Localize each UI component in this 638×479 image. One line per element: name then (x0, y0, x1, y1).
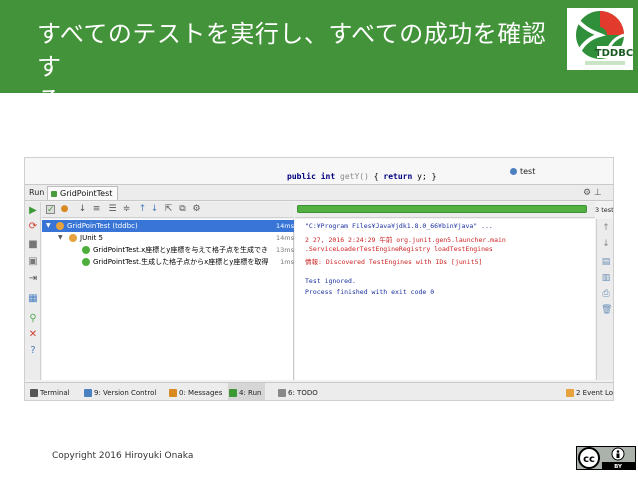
console-line: 情報: Discovered TestEngines with IDs [jun… (305, 258, 483, 266)
sort-duration-icon[interactable]: ≡ (92, 205, 101, 214)
slide-title-line2: る。 (37, 86, 86, 114)
expand-all-icon[interactable]: ☰ (108, 205, 117, 214)
print-icon[interactable]: ⎙ (601, 289, 611, 299)
copyright-text: Copyright 2016 Hiroyuki Onaka (52, 451, 194, 461)
editor-area: public int getY() { return y; } test (25, 158, 613, 185)
slide-title: すべてのテストを実行し、すべての成功を確認す る。 (37, 18, 567, 117)
scroll-to-end-icon[interactable]: ▥ (601, 273, 611, 283)
console-line: .ServiceLoaderTestEngineRegistry loadTes… (305, 245, 493, 253)
test-settings-icon[interactable]: ⚙ (192, 205, 201, 214)
show-passed-icon[interactable]: ✓ (46, 205, 55, 215)
test-passed-icon (82, 258, 90, 266)
scroll-down-icon[interactable]: ↓ (601, 239, 611, 249)
vcs-icon (84, 389, 92, 397)
layout-icon[interactable]: ▦ (28, 294, 38, 304)
slide-header: すべてのテストを実行し、すべての成功を確認す る。 (0, 0, 638, 114)
event-log-icon (566, 389, 574, 397)
show-ignored-icon[interactable]: ● (60, 205, 69, 214)
test-passed-icon (82, 246, 90, 254)
run-left-toolbar: ▶ ⟳ ■ ▣ ⇥ ▦ ⚲ ✕ ? (25, 202, 41, 380)
structure-item-test[interactable]: test (510, 167, 535, 176)
help-icon[interactable]: ? (28, 346, 38, 356)
tab-run[interactable]: 4: Run (228, 383, 266, 400)
next-failed-icon[interactable]: ↓ (150, 205, 159, 214)
expand-arrow-icon[interactable]: ▼ (46, 220, 51, 232)
settings-gear-icon[interactable]: ⚙ ⊥ (583, 185, 602, 201)
prev-failed-icon[interactable]: ↑ (138, 205, 147, 214)
ide-window: public int getY() { return y; } test Run… (24, 157, 614, 401)
restore-layout-icon[interactable]: ▣ (28, 257, 38, 267)
console-line: 2 27, 2016 2:24:29 午前 org.junit.gen5.lau… (305, 236, 506, 244)
import-test-icon[interactable]: ⇥ (28, 274, 38, 284)
tab-todo[interactable]: 6: TODO (277, 383, 318, 400)
tab-messages[interactable]: 0: Messages (168, 383, 222, 400)
expand-arrow-icon[interactable]: ▼ (58, 232, 63, 244)
svg-text:BY: BY (614, 464, 623, 470)
scroll-up-icon[interactable]: ↑ (601, 223, 611, 233)
run-label: Run (29, 188, 45, 197)
tool-window-bar: Terminal 9: Version Control 0: Messages … (25, 382, 613, 400)
tab-version-control[interactable]: 9: Version Control (83, 383, 156, 400)
todo-icon (278, 389, 286, 397)
stop-icon[interactable]: ■ (28, 240, 38, 250)
console-line: Test ignored. (305, 277, 356, 285)
run-icon (229, 389, 237, 397)
code-line: public int getY() { return y; } (287, 172, 437, 181)
console-right-toolbar: ↑ ↓ ▤ ▥ ⎙ 🗑 (596, 219, 613, 380)
collapse-all-icon[interactable]: ≑ (122, 205, 131, 214)
test-tree: ▼ GridPoinTest (tddbc) 14ms ▼ JUnit 5 14… (42, 219, 294, 380)
console-output[interactable]: "C:¥Program Files¥Java¥jdk1.8.0_66¥bin¥j… (295, 219, 595, 380)
slide-title-line1: すべてのテストを実行し、すべての成功を確認す (37, 20, 547, 81)
import-icon[interactable]: ⧉ (178, 205, 187, 214)
class-icon (510, 168, 517, 175)
test-progress-bar (297, 205, 587, 213)
cc-by-license-badge: cc BY (576, 446, 636, 470)
test-suite-icon (56, 222, 64, 230)
pin-icon[interactable]: ⚲ (28, 314, 38, 324)
slide: すべてのテストを実行し、すべての成功を確認す る。 TDDBC public i… (0, 0, 638, 479)
export-icon[interactable]: ⇱ (164, 205, 173, 214)
rerun-failed-icon[interactable]: ⟳ (28, 222, 38, 232)
test-tree-toolbar: ✓ ● ↓ ≡ ☰ ≑ ↑ ↓ ⇱ ⧉ ⚙ (42, 202, 294, 218)
tree-row-test-2[interactable]: GridPointTest.生成した格子点からx座標とy座標を取得 1ms (42, 256, 294, 268)
tests-count-label: 3 test (595, 206, 614, 214)
tddbc-logo: TDDBC (567, 8, 633, 70)
tree-row-root[interactable]: ▼ GridPoinTest (tddbc) 14ms (42, 220, 294, 232)
rerun-icon[interactable]: ▶ (28, 206, 38, 216)
soft-wrap-icon[interactable]: ▤ (601, 257, 611, 267)
run-tool-window-header: Run GridPointTest ⚙ ⊥ (25, 185, 613, 201)
svg-text:cc: cc (583, 454, 595, 465)
tree-row-test-1[interactable]: GridPointTest.x座標とy座標を与えて格子点を生成でき 13ms (42, 244, 294, 256)
junit-icon (51, 191, 57, 197)
tddbc-logo-text: TDDBC (595, 48, 633, 59)
tree-row-junit5[interactable]: ▼ JUnit 5 14ms (42, 232, 294, 244)
tab-event-log[interactable]: 2 Event Log (565, 383, 613, 400)
console-line: Process finished with exit code 0 (305, 288, 435, 296)
run-config-tab[interactable]: GridPointTest (47, 186, 119, 200)
close-icon[interactable]: ✕ (28, 330, 38, 340)
tab-terminal[interactable]: Terminal (29, 383, 70, 400)
terminal-icon (30, 389, 38, 397)
sort-alpha-icon[interactable]: ↓ (78, 205, 87, 214)
test-suite-icon (69, 234, 77, 242)
clear-all-icon[interactable]: 🗑 (601, 305, 612, 315)
console-line: "C:¥Program Files¥Java¥jdk1.8.0_66¥bin¥j… (305, 222, 493, 230)
messages-icon (169, 389, 177, 397)
